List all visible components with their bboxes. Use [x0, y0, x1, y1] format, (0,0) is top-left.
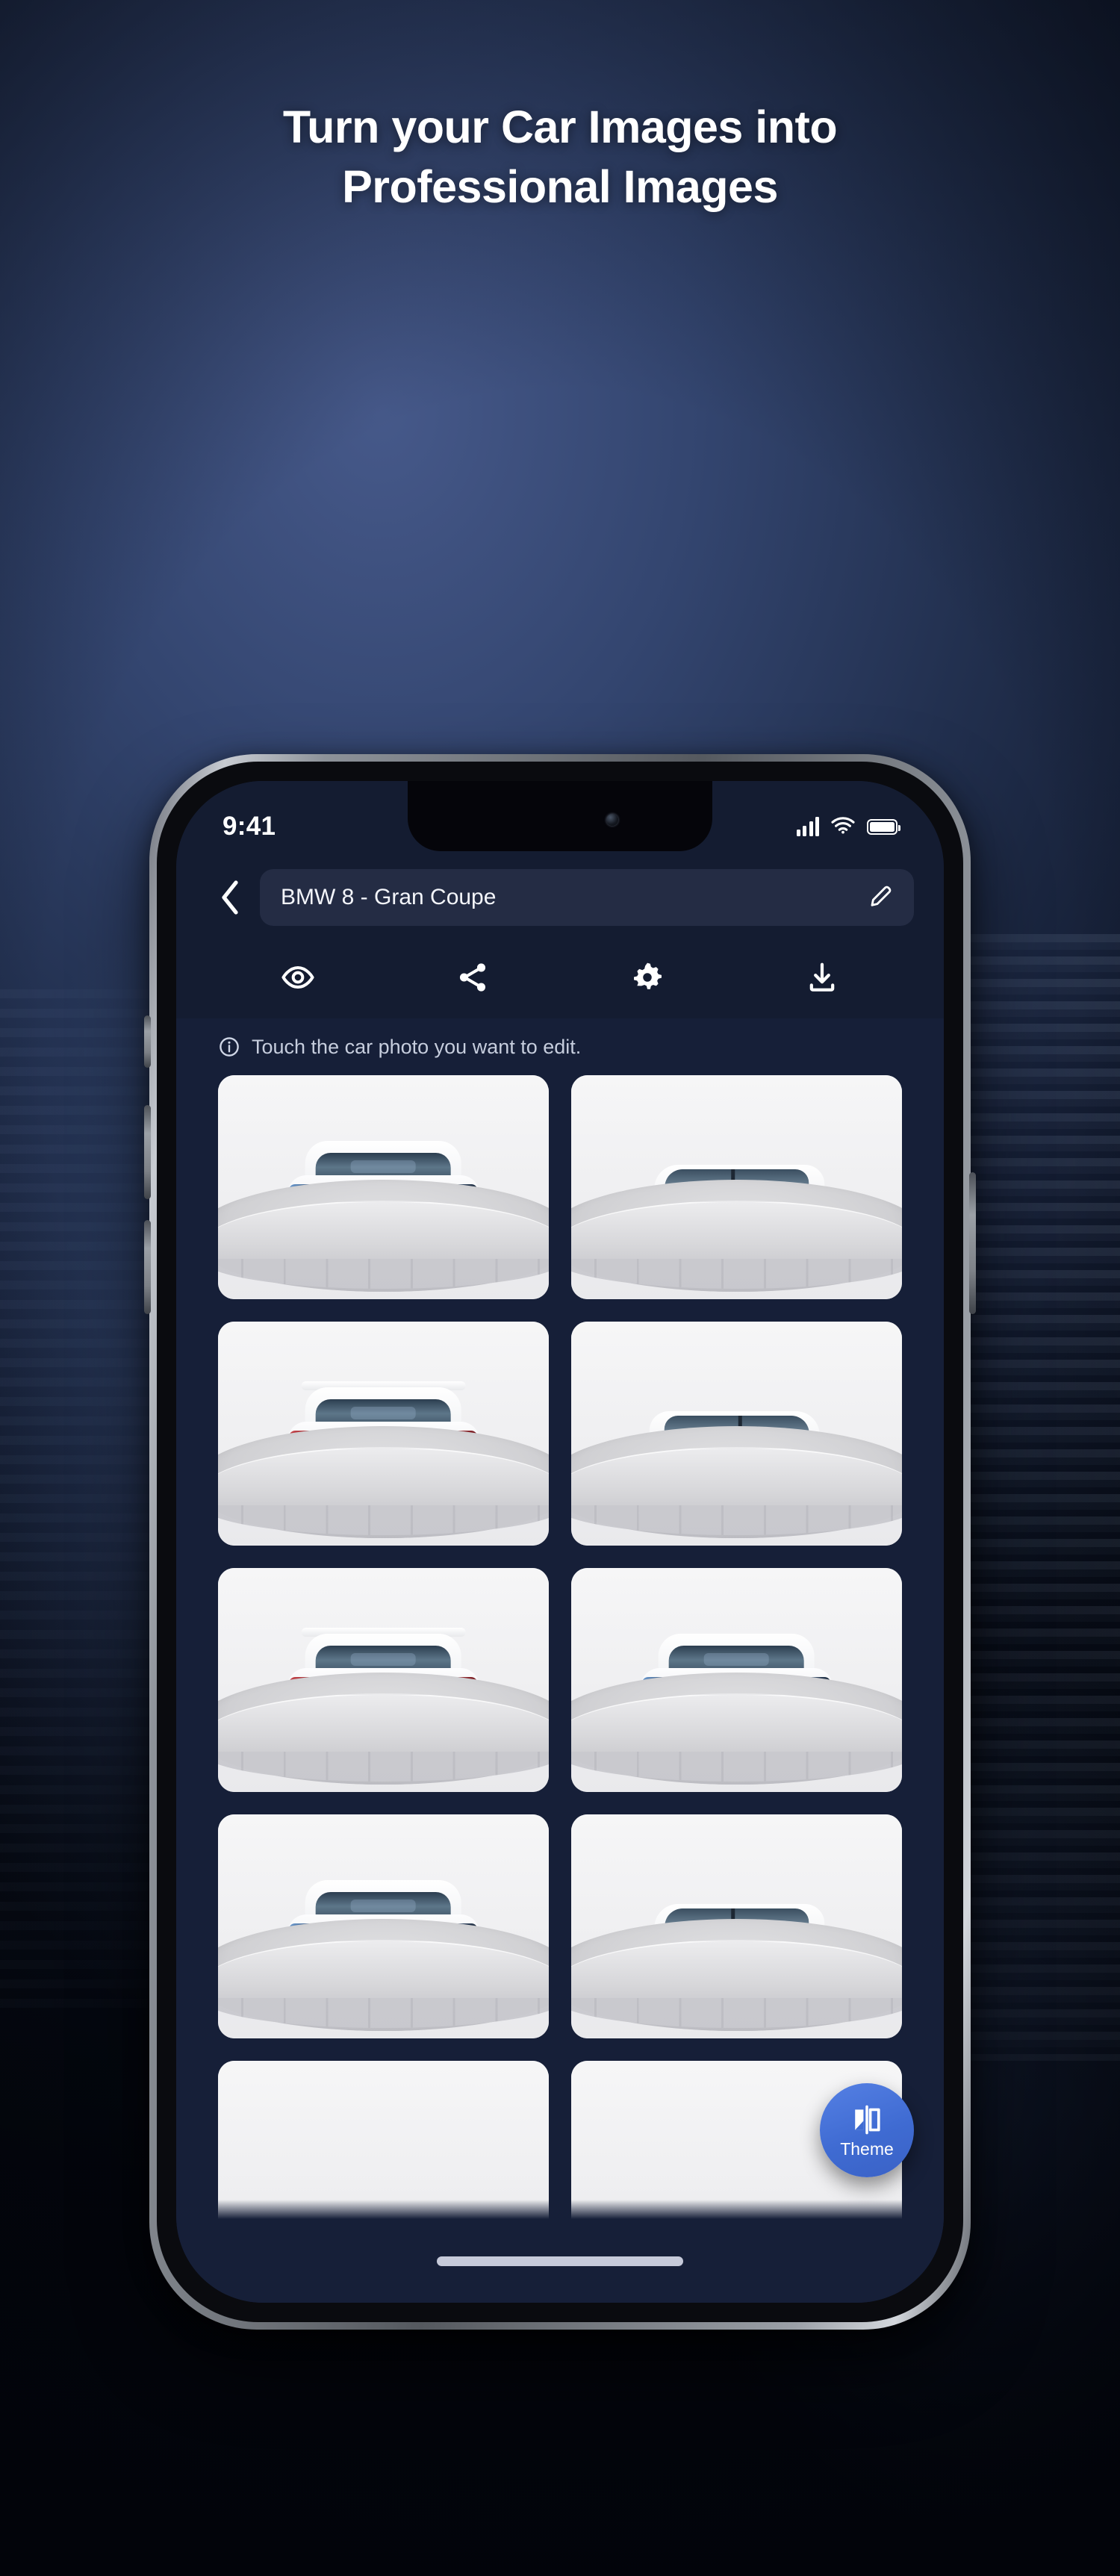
car-photo: Drapy.ai — [218, 1075, 549, 1299]
info-icon — [220, 1037, 239, 1057]
mute-switch[interactable] — [144, 1015, 151, 1068]
car-photo: Drapy.ai — [218, 1814, 549, 2038]
car-photo — [571, 1075, 902, 1299]
volume-up-button[interactable] — [144, 1105, 151, 1199]
grid-bottom-fade — [176, 2200, 944, 2219]
turntable — [571, 1673, 902, 1785]
action-toolbar — [176, 936, 944, 1018]
promo-headline-line1: Turn your Car Images into — [282, 102, 838, 152]
app-bar: BMW 8 - Gran Coupe — [176, 859, 944, 936]
car-name-input[interactable]: BMW 8 - Gran Coupe — [260, 869, 914, 926]
edit-name-button[interactable] — [868, 883, 895, 913]
chevron-left-icon — [222, 880, 238, 915]
power-button[interactable] — [969, 1172, 976, 1314]
photo-cell[interactable]: Drapy.ai — [218, 1075, 549, 1299]
car-name-value: BMW 8 - Gran Coupe — [281, 885, 497, 909]
photo-cell[interactable] — [571, 1322, 902, 1546]
phone-bezel: 9:41 BMW 8 - Gran Coupe Touch the car ph… — [157, 762, 963, 2322]
compare-split-icon — [855, 2105, 880, 2134]
hint-row: Touch the car photo you want to edit. — [176, 1018, 944, 1075]
status-clock: 9:41 — [223, 812, 276, 841]
share-button[interactable] — [444, 949, 501, 1006]
battery-full-icon — [867, 818, 900, 835]
theme-fab[interactable]: Theme — [820, 2083, 914, 2177]
car-photo — [571, 1322, 902, 1546]
turntable — [218, 1919, 549, 2031]
settings-button[interactable] — [619, 949, 676, 1006]
download-icon — [809, 962, 835, 992]
back-button[interactable] — [206, 874, 254, 921]
car-photo: Drapy.ai — [571, 1568, 902, 1792]
signal-bars-icon — [796, 817, 819, 836]
front-camera-icon — [606, 814, 618, 826]
turntable — [571, 1919, 902, 2031]
home-indicator[interactable] — [437, 2256, 683, 2266]
eye-icon — [281, 965, 314, 989]
photo-cell[interactable]: Drapy.ai — [218, 1322, 549, 1546]
car-photo: Drapy.ai — [218, 1568, 549, 1792]
notch — [408, 781, 712, 851]
theme-fab-label: Theme — [840, 2138, 894, 2159]
promo-headline-line2: Professional Images — [342, 161, 778, 212]
photo-cell[interactable]: Drapy.ai — [218, 1814, 549, 2038]
wifi-icon — [831, 816, 855, 838]
turntable — [571, 1180, 902, 1292]
photo-cell[interactable] — [571, 1075, 902, 1299]
hint-text: Touch the car photo you want to edit. — [252, 1035, 582, 1058]
turntable — [218, 1180, 549, 1292]
phone-screen: 9:41 BMW 8 - Gran Coupe Touch the car ph… — [176, 781, 944, 2303]
volume-down-button[interactable] — [144, 1220, 151, 1314]
photo-cell[interactable]: Drapy.ai — [571, 1568, 902, 1792]
car-photo — [571, 1814, 902, 2038]
photo-cell[interactable] — [571, 1814, 902, 2038]
photo-cell[interactable]: Drapy.ai — [218, 1568, 549, 1792]
turntable — [571, 1426, 902, 1538]
promo-headline: Turn your Car Images into Professional I… — [0, 105, 1120, 210]
preview-button[interactable] — [270, 949, 326, 1006]
phone-frame: 9:41 BMW 8 - Gran Coupe Touch the car ph… — [144, 754, 976, 2330]
status-icons — [796, 816, 900, 838]
car-photo: Drapy.ai — [218, 1322, 549, 1546]
phone-mockup: 9:41 BMW 8 - Gran Coupe Touch the car ph… — [144, 754, 976, 2330]
gear-icon — [634, 962, 662, 989]
download-button[interactable] — [794, 949, 850, 1006]
home-indicator-bar — [176, 2219, 944, 2303]
share-icon — [459, 963, 486, 992]
turntable — [218, 1426, 549, 1538]
turntable — [218, 1673, 549, 1785]
pencil-icon — [871, 886, 892, 906]
